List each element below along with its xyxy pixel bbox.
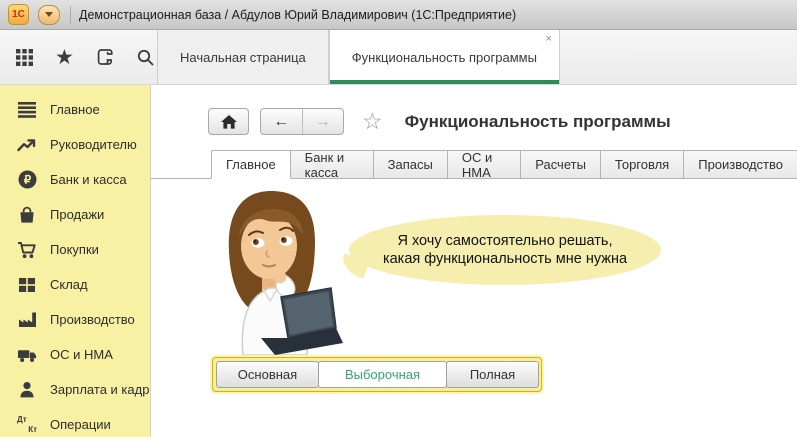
sidebar-item-label: Операции: [50, 417, 111, 432]
tab-os-i-nma[interactable]: ОС и НМА: [447, 150, 521, 178]
shopping-bag-icon: [17, 205, 37, 225]
tab-program-functionality[interactable]: Функциональность программы ×: [329, 30, 560, 84]
app-window: 1С Демонстрационная база / Абдулов Юрий …: [0, 0, 797, 437]
page-title: Функциональность программы: [405, 112, 671, 132]
forward-button[interactable]: →: [303, 109, 344, 134]
warehouse-boxes-icon: [17, 275, 37, 295]
mode-button-vyborochnaya[interactable]: Выборочная: [318, 361, 447, 388]
sidebar-item-label: Покупки: [50, 242, 99, 257]
bubble-text-line2: какая функциональность мне нужна: [383, 250, 627, 268]
sidebar-item-label: Продажи: [50, 207, 104, 222]
favorites-star-icon[interactable]: ★: [55, 47, 74, 68]
tab-glavnoe[interactable]: Главное: [211, 150, 291, 179]
mode-highlight-frame: Основная Выборочная Полная: [212, 357, 542, 392]
debit-label: Дт: [17, 416, 27, 424]
sidebar-item-proizvodstvo[interactable]: Производство: [0, 302, 150, 337]
window-title: Демонстрационная база / Абдулов Юрий Вла…: [79, 8, 516, 22]
sidebar-item-bank-i-kassa[interactable]: ₽ Банк и касса: [0, 162, 150, 197]
titlebar-divider: [70, 6, 71, 24]
tab-proizvodstvo[interactable]: Производство: [683, 150, 797, 178]
sidebar-item-label: Производство: [50, 312, 135, 327]
assistant-character-image: [203, 185, 343, 357]
back-arrow-icon: ←: [273, 113, 289, 131]
tab-home-label: Начальная страница: [180, 50, 306, 65]
sidebar-item-label: Зарплата и кадры: [50, 382, 151, 397]
sidebar-item-rukovoditelyu[interactable]: Руководителю: [0, 127, 150, 162]
ruble-circle-icon: ₽: [17, 170, 37, 190]
ruble-glyph: ₽: [23, 175, 31, 187]
toolbar: ★: [0, 30, 157, 84]
sidebar-item-label: Руководителю: [50, 137, 137, 152]
sidebar-item-glavnoe[interactable]: Главное: [0, 92, 150, 127]
tab-bank-i-kassa[interactable]: Банк и касса: [290, 150, 374, 178]
factory-icon: [17, 310, 37, 330]
history-nav-group: ← →: [260, 108, 344, 135]
forward-arrow-icon: →: [315, 113, 331, 131]
navigation-row: ← → ☆ Функциональность программы: [151, 85, 797, 138]
sidebar-item-label: Склад: [50, 277, 88, 292]
add-favorite-star-icon[interactable]: ☆: [362, 110, 383, 133]
speech-bubble: Я хочу самостоятельно решать, какая функ…: [349, 215, 661, 285]
sidebar: Главное Руководителю ₽ Банк и касса: [0, 85, 151, 437]
trend-up-icon: [17, 135, 37, 155]
search-icon[interactable]: [136, 48, 155, 67]
app-logo-icon[interactable]: 1С: [8, 4, 29, 25]
person-icon: [17, 380, 37, 400]
tab-content: Я хочу самостоятельно решать, какая функ…: [151, 179, 797, 401]
sidebar-item-prodazhi[interactable]: Продажи: [0, 197, 150, 232]
history-scroll-icon[interactable]: [95, 47, 115, 67]
tab-home-page[interactable]: Начальная страница: [157, 30, 329, 84]
top-strip: ★ Начальная страница Функциональность пр…: [0, 30, 797, 85]
tab-zapasy[interactable]: Запасы: [373, 150, 448, 178]
credit-label: Кт: [28, 426, 37, 434]
grid-menu-icon[interactable]: [15, 48, 34, 67]
main-panel: ← → ☆ Функциональность программы Главное…: [151, 85, 797, 437]
body-row: Главное Руководителю ₽ Банк и касса: [0, 85, 797, 437]
tab-torgovlya[interactable]: Торговля: [600, 150, 684, 178]
sidebar-item-label: Главное: [50, 102, 100, 117]
back-button[interactable]: ←: [261, 109, 303, 134]
shopping-cart-icon: [17, 240, 37, 260]
functionality-tabstrip: Главное Банк и касса Запасы ОС и НМА Рас…: [151, 150, 797, 179]
sidebar-item-label: ОС и НМА: [50, 347, 113, 362]
bubble-text-line1: Я хочу самостоятельно решать,: [397, 232, 612, 250]
sidebar-item-pokupki[interactable]: Покупки: [0, 232, 150, 267]
tab-current-label: Функциональность программы: [352, 50, 537, 65]
close-icon[interactable]: ×: [545, 34, 551, 45]
system-menu-button[interactable]: [38, 5, 60, 25]
sidebar-item-operacii[interactable]: Дт Кт Операции: [0, 407, 150, 437]
home-button[interactable]: [208, 108, 249, 135]
sidebar-item-os-i-nma[interactable]: ОС и НМА: [0, 337, 150, 372]
debit-credit-icon: Дт Кт: [17, 415, 37, 435]
home-icon: [221, 115, 237, 129]
mode-button-polnaya[interactable]: Полная: [446, 361, 539, 388]
sidebar-item-sklad[interactable]: Склад: [0, 267, 150, 302]
sidebar-item-label: Банк и касса: [50, 172, 127, 187]
menu-lines-icon: [17, 100, 37, 120]
truck-icon: [17, 345, 37, 365]
titlebar: 1С Демонстрационная база / Абдулов Юрий …: [0, 0, 797, 30]
tab-raschety[interactable]: Расчеты: [520, 150, 601, 178]
chevron-down-icon: [45, 12, 53, 17]
mode-button-osnovnaya[interactable]: Основная: [216, 361, 319, 388]
sidebar-item-zarplata-i-kadry[interactable]: Зарплата и кадры: [0, 372, 150, 407]
